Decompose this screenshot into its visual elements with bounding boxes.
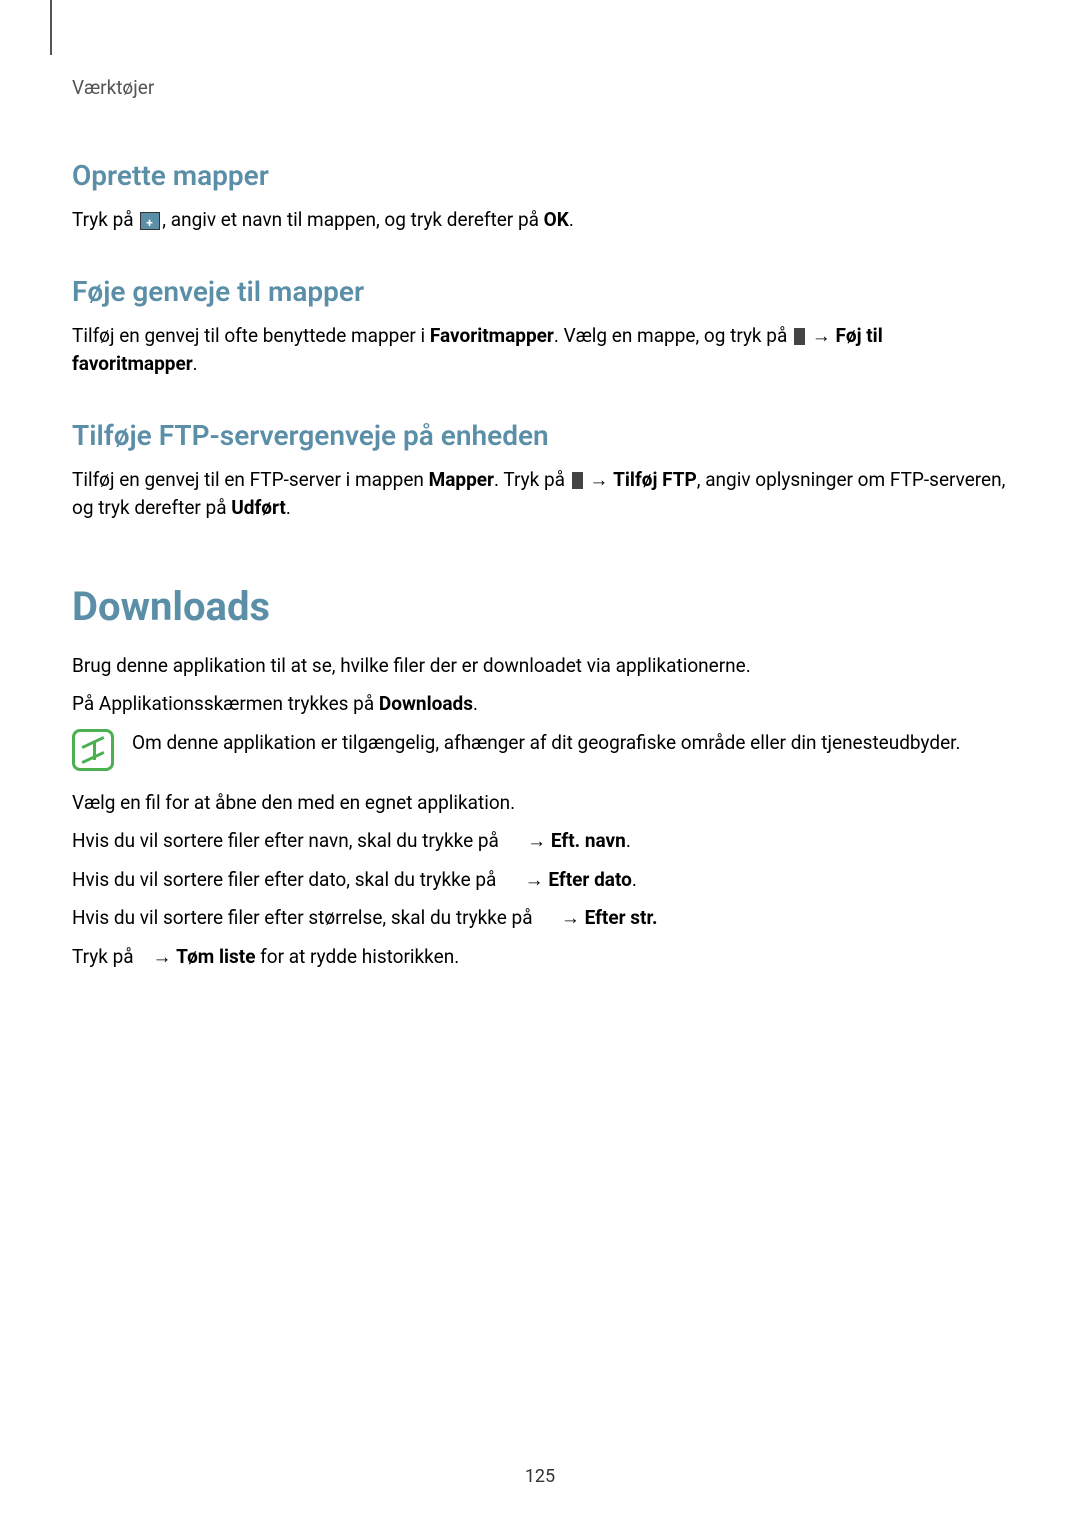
text: .	[286, 496, 291, 519]
section-title-downloads: Downloads	[72, 583, 1010, 630]
text: Tryk på	[72, 208, 138, 231]
text: Tilføj en genvej til en FTP-server i map…	[72, 468, 429, 491]
body-text: Tryk på → Tøm liste for at rydde histori…	[72, 943, 1010, 972]
breadcrumb: Værktøjer	[72, 76, 1010, 99]
body-text: På Applikationsskærmen trykkes på Downlo…	[72, 690, 1010, 719]
note-text: Om denne applikation er tilgængelig, afh…	[132, 729, 960, 758]
text: . Vælg en mappe, og tryk på	[554, 324, 792, 347]
favoritmapper-label: Favoritmapper	[430, 324, 554, 347]
eft-navn-label: Eft. navn	[551, 829, 626, 852]
subsection-title: Oprette mapper	[72, 159, 1010, 192]
section-foje-genveje: Føje genveje til mapper Tilføj en genvej…	[72, 275, 1010, 379]
text: , angiv et navn til mappen, og tryk dere…	[162, 208, 543, 231]
text: Hvis du vil sortere filer efter navn, sk…	[72, 829, 504, 852]
text: . Tryk på	[494, 468, 570, 491]
text: .	[193, 352, 198, 375]
udfort-label: Udført	[231, 496, 286, 519]
body-text: Brug denne applikation til at se, hvilke…	[72, 652, 1010, 681]
body-text: Tilføj en genvej til en FTP-server i map…	[72, 466, 1010, 523]
body-text: Vælg en fil for at åbne den med en egnet…	[72, 789, 1010, 818]
arrow-icon: →	[556, 906, 584, 929]
text: .	[569, 208, 574, 231]
body-text: Tilføj en genvej til ofte benyttede mapp…	[72, 322, 1010, 379]
text: .	[632, 868, 637, 891]
body-text: Hvis du vil sortere filer efter dato, sk…	[72, 866, 1010, 895]
text: Hvis du vil sortere filer efter størrels…	[72, 906, 537, 929]
menu-icon	[572, 472, 583, 489]
text: for at rydde historikken.	[255, 945, 459, 968]
downloads-label: Downloads	[379, 692, 473, 715]
section-ftp: Tilføje FTP-servergenveje på enheden Til…	[72, 419, 1010, 523]
text: .	[473, 692, 478, 715]
text: På Applikationsskærmen trykkes på	[72, 692, 379, 715]
tom-liste-label: Tøm liste	[176, 945, 255, 968]
text: Tilføj en genvej til ofte benyttede mapp…	[72, 324, 430, 347]
arrow-icon: →	[522, 829, 550, 852]
header-divider	[50, 0, 52, 55]
section-oprette-mapper: Oprette mapper Tryk på , angiv et navn t…	[72, 159, 1010, 235]
page-number: 125	[525, 1466, 555, 1487]
menu-icon	[794, 328, 805, 345]
subsection-title: Tilføje FTP-servergenveje på enheden	[72, 419, 1010, 452]
ok-label: OK	[544, 208, 569, 231]
text: Hvis du vil sortere filer efter dato, sk…	[72, 868, 501, 891]
folder-plus-icon	[140, 212, 160, 230]
arrow-icon: →	[148, 945, 176, 968]
tilfoj-ftp-label: Tilføj FTP	[613, 468, 697, 491]
efter-str-label: Efter str.	[585, 906, 658, 929]
arrow-icon: →	[585, 468, 613, 491]
body-text: Hvis du vil sortere filer efter navn, sk…	[72, 827, 1010, 856]
note-icon	[72, 729, 114, 771]
arrow-icon: →	[807, 324, 835, 347]
text: .	[626, 829, 631, 852]
mapper-label: Mapper	[429, 468, 494, 491]
note-box: Om denne applikation er tilgængelig, afh…	[72, 729, 1010, 771]
arrow-icon: →	[520, 868, 548, 891]
body-text: Tryk på , angiv et navn til mappen, og t…	[72, 206, 1010, 235]
efter-dato-label: Efter dato	[548, 868, 631, 891]
subsection-title: Føje genveje til mapper	[72, 275, 1010, 308]
body-text: Hvis du vil sortere filer efter størrels…	[72, 904, 1010, 933]
text: Tryk på	[72, 945, 138, 968]
